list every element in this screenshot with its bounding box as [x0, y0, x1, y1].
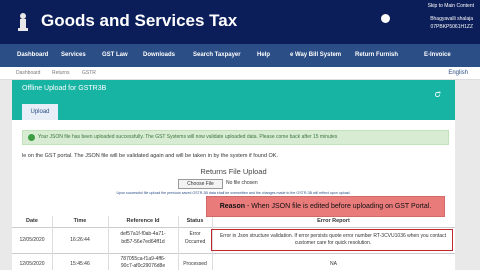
col-status: Status [186, 218, 204, 224]
row2-status: Processed [183, 261, 207, 267]
success-alert: Your JSON file has been uploaded success… [22, 130, 449, 145]
upload-history-table: Date Time Reference Id Status Error Repo… [12, 216, 455, 270]
main-nav: Dashboard Services GST Law Downloads Sea… [0, 44, 480, 67]
row2-time: 15:45:46 [70, 261, 90, 267]
site-header: Goods and Services Tax Skip to Main Cont… [0, 0, 480, 44]
row2-date: 12/05/2020 [19, 261, 45, 267]
site-title: Goods and Services Tax [41, 11, 238, 30]
success-message: Your JSON file has been uploaded success… [38, 134, 338, 140]
language-selector[interactable]: English [448, 67, 468, 79]
row1-status-line2: Occurred [184, 239, 206, 245]
row2-error-report: NA [330, 261, 337, 267]
breadcrumb-returns[interactable]: Returns [52, 67, 70, 79]
no-file-label: No file chosen [226, 180, 258, 186]
section-title: Returns File Upload [200, 167, 267, 176]
nav-eway-bill[interactable]: e Way Bill System [290, 44, 341, 67]
user-icon[interactable] [381, 14, 390, 23]
breadcrumb-dashboard[interactable]: Dashboard [16, 67, 40, 79]
skip-to-main-link[interactable]: Skip to Main Content [428, 3, 474, 9]
nav-dashboard[interactable]: Dashboard [17, 44, 48, 67]
upload-note: Upon successful file upload the previous… [116, 191, 351, 195]
nav-services[interactable]: Services [61, 44, 86, 67]
row1-date: 12/05/2020 [19, 237, 45, 243]
nav-downloads[interactable]: Downloads [143, 44, 175, 67]
nav-search-taxpayer[interactable]: Search Taxpayer [193, 44, 241, 67]
reason-callout: Reason - When JSON file is edited before… [206, 196, 445, 217]
row2-ref-line2: 90c7-af0c29076d8e [120, 263, 166, 269]
row2-ref-line1: 787055ca-f1a9-4ff6- [120, 256, 166, 262]
validation-info: le on the GST portal. The JSON file will… [22, 153, 278, 159]
callout-text: - When JSON file is edited before upload… [245, 203, 432, 210]
col-error-report: Error Report [317, 218, 350, 224]
page-title: Offline Upload for GSTR3B [22, 85, 107, 92]
nav-e-invoice[interactable]: E-Invoice [424, 44, 451, 67]
col-time: Time [73, 218, 87, 224]
table-divider [12, 227, 455, 228]
offline-upload-header: Offline Upload for GSTR3B Upload [12, 80, 455, 120]
row1-error-report: Error in Json structure validation. If e… [219, 233, 447, 246]
breadcrumb: Dashboard Returns GSTR English [0, 67, 480, 80]
user-name[interactable]: Bhagyavalli shalaja [430, 16, 473, 22]
nav-help[interactable]: Help [257, 44, 270, 67]
refresh-icon[interactable] [434, 91, 441, 98]
row1-ref-line2: bd57-56e7ed64ff1d [121, 239, 165, 245]
nav-gst-law[interactable]: GST Law [102, 44, 128, 67]
choose-file-button[interactable]: Choose File [178, 179, 223, 189]
col-reference-id: Reference Id [126, 218, 160, 224]
nav-return-furnish[interactable]: Return Furnish [355, 44, 398, 67]
table-divider [12, 253, 455, 254]
row1-time: 16:26:44 [70, 237, 90, 243]
error-highlight-box: Error in Json structure validation. If e… [211, 229, 453, 251]
tab-upload[interactable]: Upload [22, 104, 58, 120]
success-check-icon [28, 134, 35, 141]
callout-label: Reason [219, 203, 246, 210]
user-gstin: 07PBKP5061H1ZZ [430, 24, 473, 30]
row1-ref-line1: def57a1f-f0ab-4a71- [120, 231, 166, 237]
emblem-icon [18, 13, 28, 31]
col-date: Date [26, 218, 38, 224]
row1-status-line1: Error [189, 231, 201, 237]
breadcrumb-current: GSTR [82, 70, 96, 76]
